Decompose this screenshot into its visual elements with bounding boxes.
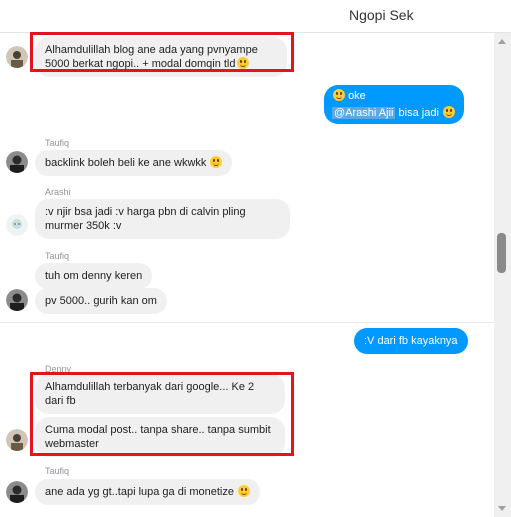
message-bubble[interactable]: ane ada yg gt..tapi lupa ga di monetize: [35, 479, 261, 505]
avatar-arashi[interactable]: [6, 214, 28, 236]
smile-emoji-icon: [333, 89, 345, 101]
tongue-emoji-icon: [210, 156, 223, 168]
sender-name: Taufiq: [45, 251, 70, 261]
message-text: :v njir bsa jadi :v harga pbn di calvin …: [45, 206, 246, 232]
avatar-denny[interactable]: [6, 429, 28, 451]
message-text: tuh om denny keren: [45, 270, 143, 282]
avatar-taufiq[interactable]: [6, 481, 28, 503]
scroll-down-arrow-icon[interactable]: [498, 506, 506, 511]
scrollbar[interactable]: [494, 33, 511, 517]
message-bubble[interactable]: tuh om denny keren: [35, 263, 153, 289]
outgoing-message-bubble[interactable]: :V dari fb kayaknya: [354, 328, 468, 354]
message-text: oke: [348, 90, 366, 102]
message-text: :V dari fb kayaknya: [364, 335, 458, 347]
smile-emoji-icon: [442, 106, 455, 118]
message-text: ane ada yg gt..tapi lupa ga di monetize: [45, 486, 234, 498]
sender-name: Arashi: [45, 187, 71, 197]
highlight-box: [30, 32, 294, 72]
conversation-title: Ngopi Sek: [349, 7, 414, 23]
message-text: backlink boleh beli ke ane wkwkk: [45, 157, 207, 169]
message-bubble[interactable]: :v njir bsa jadi :v harga pbn di calvin …: [35, 199, 290, 239]
sender-name: Taufiq: [45, 138, 70, 148]
smile-emoji-icon: [238, 485, 251, 497]
scroll-thumb[interactable]: [497, 233, 506, 273]
mention-tag[interactable]: @Arashi Ajii: [332, 107, 396, 119]
highlight-box: [30, 372, 294, 456]
avatar-taufiq[interactable]: [6, 151, 28, 173]
chat-header: Ngopi Sek: [0, 0, 511, 33]
message-bubble[interactable]: backlink boleh beli ke ane wkwkk: [35, 150, 233, 176]
avatar-taufiq[interactable]: [6, 289, 28, 311]
scroll-up-arrow-icon[interactable]: [498, 39, 506, 44]
avatar-denny[interactable]: [6, 46, 28, 68]
message-bubble[interactable]: pv 5000.. gurih kan om: [35, 288, 167, 314]
outgoing-message-bubble[interactable]: oke @Arashi Ajii bisa jadi: [324, 85, 464, 124]
message-text: pv 5000.. gurih kan om: [45, 295, 157, 307]
message-text: bisa jadi: [395, 107, 439, 119]
divider: [0, 322, 511, 323]
sender-name: Taufiq: [45, 466, 70, 476]
